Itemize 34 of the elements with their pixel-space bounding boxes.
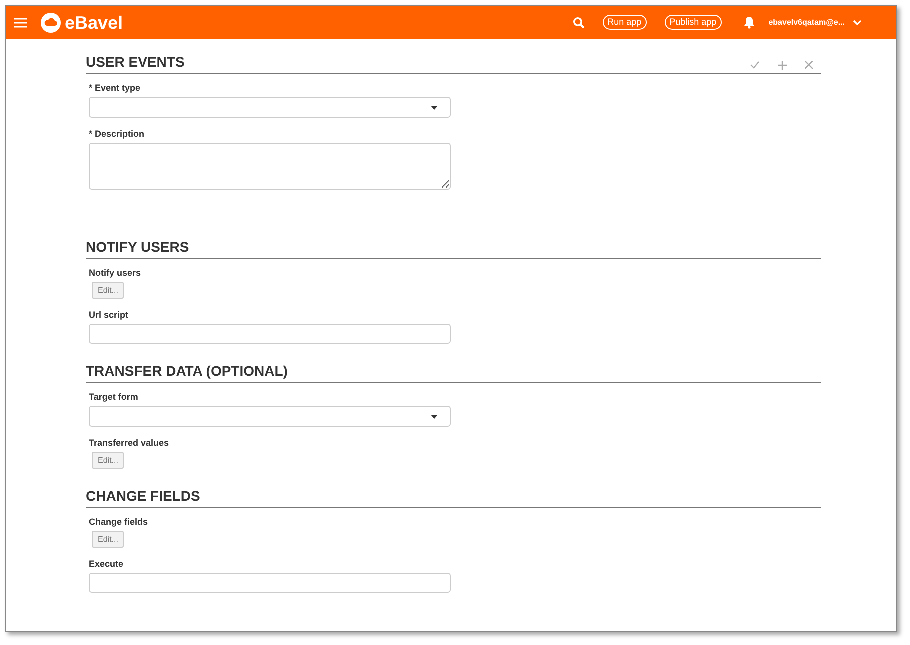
brand-name: eBavel	[65, 14, 124, 32]
field-label: Url script	[89, 309, 130, 321]
chevron-down-icon[interactable]	[853, 20, 862, 26]
edit-button[interactable]: Edit...	[92, 282, 124, 299]
bell-icon[interactable]	[744, 16, 755, 29]
caret-icon	[431, 414, 438, 418]
dropdown-field[interactable]	[89, 97, 451, 118]
section-title: NOTIFY USERS	[86, 238, 190, 256]
check-icon[interactable]	[750, 61, 760, 69]
caret-icon	[431, 106, 438, 110]
field-label: * Event type	[89, 82, 142, 94]
input-field[interactable]	[89, 573, 451, 593]
field-label: * Description	[89, 128, 146, 140]
section-title: CHANGE FIELDS	[86, 487, 200, 505]
description-field[interactable]	[89, 143, 451, 190]
field-label: Change fields	[89, 516, 150, 528]
field-label: Target form	[89, 391, 140, 403]
field-label: Notify users	[89, 267, 142, 279]
header-button[interactable]: Publish app	[664, 15, 722, 30]
cloud-logo-icon	[41, 12, 61, 32]
field-label: Transferred values	[89, 437, 170, 449]
plus-icon[interactable]	[778, 61, 787, 70]
section-title: USER EVENTS	[86, 53, 185, 71]
close-icon[interactable]	[805, 61, 813, 69]
dropdown-field[interactable]	[89, 406, 451, 427]
header-button[interactable]: Run app	[602, 15, 647, 30]
user-email[interactable]: ebavelv6qatam@e...	[768, 16, 845, 28]
search-icon[interactable]	[572, 16, 585, 28]
edit-button[interactable]: Edit...	[92, 452, 124, 469]
menu-icon[interactable]	[14, 18, 27, 28]
section-title: TRANSFER DATA (OPTIONAL)	[86, 362, 288, 380]
field-label: Execute	[89, 558, 125, 570]
edit-button[interactable]: Edit...	[92, 531, 124, 548]
input-field[interactable]	[89, 324, 451, 344]
